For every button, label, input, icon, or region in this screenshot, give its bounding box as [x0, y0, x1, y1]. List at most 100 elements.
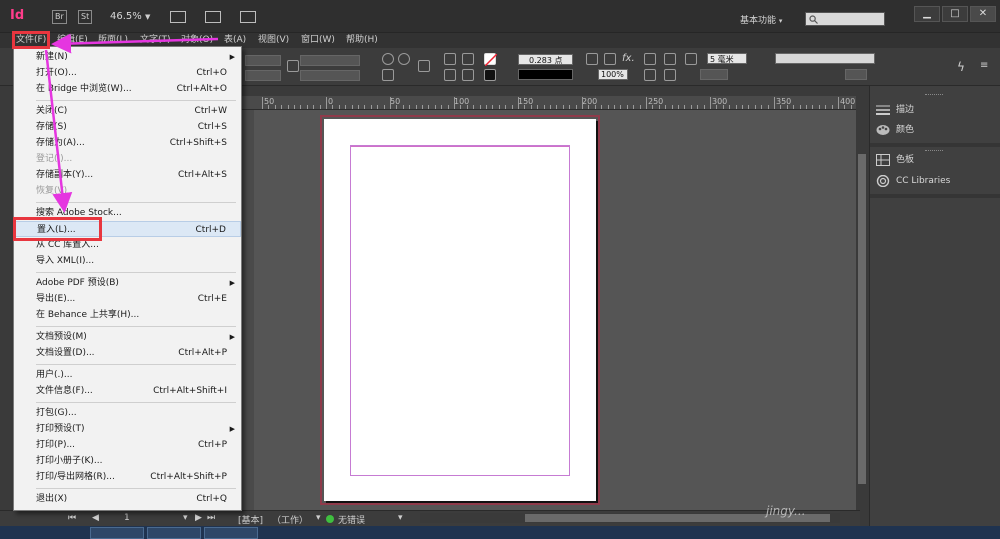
ruler-tick	[742, 105, 743, 109]
previous-page-icon[interactable]: ◀	[92, 513, 99, 523]
file-menu-item[interactable]: 打包(G)...	[14, 405, 241, 421]
file-menu-item[interactable]: 打印预设(T) ▶	[14, 421, 241, 437]
scroll-thumb[interactable]	[858, 154, 866, 484]
menu-help[interactable]: 帮助(H)	[346, 33, 378, 48]
flip-vertical-icon[interactable]	[444, 69, 456, 81]
select-content-icon[interactable]	[462, 69, 474, 81]
preflight-status[interactable]: 无错误	[338, 513, 365, 526]
opacity-field[interactable]: 100%	[598, 69, 628, 80]
panel-item-color[interactable]: 颜色	[876, 121, 914, 139]
select-container-icon[interactable]	[462, 53, 474, 65]
screen-mode-icon[interactable]	[205, 11, 221, 23]
y-position-field[interactable]	[245, 70, 281, 81]
fit-frame-icon[interactable]	[664, 69, 676, 81]
rotate-icon[interactable]	[382, 53, 394, 65]
menu-item-label: 打包(G)...	[36, 408, 77, 418]
file-menu-item[interactable]: 存储(S) Ctrl+S	[14, 119, 241, 135]
file-menu-item[interactable]: 在 Bridge 中浏览(W)... Ctrl+Alt+O	[14, 81, 241, 97]
fill-none-icon[interactable]	[484, 53, 498, 67]
chevron-down-icon[interactable]: ▾	[316, 513, 321, 523]
taskbar-app-button[interactable]	[147, 527, 201, 539]
height-field[interactable]	[300, 70, 360, 81]
page-number-field[interactable]: 1	[124, 513, 130, 523]
search-input[interactable]	[805, 12, 885, 26]
file-menu-item[interactable]: 文档预设(M) ▶	[14, 329, 241, 345]
file-menu-item[interactable]: 导入 XML(I)...	[14, 253, 241, 269]
file-menu-item[interactable]: 打印小册子(K)...	[14, 453, 241, 469]
ruler-tick	[402, 105, 404, 109]
file-menu-item[interactable]: 打开(O)... Ctrl+O	[14, 65, 241, 81]
menu-separator	[36, 202, 236, 203]
size-field[interactable]: 5 毫米	[707, 53, 747, 64]
taskbar-app-button[interactable]	[90, 527, 144, 539]
align-icon[interactable]	[664, 53, 676, 65]
x-position-field[interactable]	[245, 55, 281, 66]
effects-icon[interactable]: fx.	[622, 53, 635, 64]
flip-horizontal-icon[interactable]	[444, 53, 456, 65]
lightning-icon[interactable]: ϟ	[957, 60, 965, 74]
workspace-switcher[interactable]: 基本功能 ▾	[740, 13, 782, 26]
stroke-style-dropdown[interactable]	[700, 69, 728, 80]
panel-grip[interactable]	[925, 150, 943, 152]
rotate-ccw-icon[interactable]	[398, 53, 410, 65]
bridge-button[interactable]: Br	[52, 10, 67, 24]
panel-item-stroke[interactable]: 描边	[876, 101, 914, 119]
stroke-weight-field[interactable]: 0.283 点	[518, 54, 573, 65]
panel-grip[interactable]	[925, 94, 943, 96]
submenu-arrow-icon: ▶	[229, 425, 235, 433]
file-menu-item[interactable]: 关闭(C) Ctrl+W	[14, 103, 241, 119]
file-menu-item[interactable]: 文件信息(F)... Ctrl+Alt+Shift+I	[14, 383, 241, 399]
minimize-button[interactable]: ▁	[914, 6, 940, 22]
panel-item-cc-libraries[interactable]: CC Libraries	[876, 172, 950, 190]
first-page-icon[interactable]: ⏮	[68, 513, 76, 523]
panel-item-swatches[interactable]: 色板	[876, 151, 914, 169]
stroke-type-dropdown[interactable]	[518, 69, 573, 80]
close-button[interactable]: ✕	[970, 6, 996, 22]
chevron-down-icon: ▼	[144, 13, 151, 21]
size-icon[interactable]	[685, 53, 697, 65]
shear-icon[interactable]	[382, 69, 394, 81]
reference-point-icon[interactable]	[418, 60, 430, 72]
ruler-tick	[300, 105, 302, 109]
view-options-icon[interactable]	[170, 11, 186, 23]
object-style-dropdown[interactable]	[775, 53, 875, 64]
taskbar-app-button[interactable]	[204, 527, 258, 539]
stock-button[interactable]: St	[78, 10, 93, 24]
quick-apply-button[interactable]	[845, 69, 867, 80]
next-page-icon[interactable]: ▶	[195, 513, 202, 523]
ruler-tick	[313, 105, 315, 109]
preflight-menu-icon[interactable]: ▾	[398, 513, 403, 523]
vertical-scrollbar[interactable]	[856, 96, 868, 510]
ruler-tick	[518, 97, 519, 109]
menu-window[interactable]: 窗口(W)	[301, 33, 335, 48]
width-field[interactable]	[300, 55, 360, 66]
drop-shadow-icon[interactable]	[586, 53, 598, 65]
arrange-documents-icon[interactable]	[240, 11, 256, 23]
fitting-icon[interactable]	[644, 69, 656, 81]
file-menu-item[interactable]: 用户(.)...	[14, 367, 241, 383]
file-menu-item[interactable]: 打印/导出网格(R)... Ctrl+Alt+Shift+P	[14, 469, 241, 485]
file-menu-item[interactable]: Adobe PDF 预设(B) ▶	[14, 275, 241, 291]
file-menu-item[interactable]: 导出(E)... Ctrl+E	[14, 291, 241, 307]
corner-options-icon[interactable]	[604, 53, 616, 65]
page-dropdown-icon[interactable]: ▾	[183, 513, 188, 523]
menu-view[interactable]: 视图(V)	[258, 33, 289, 48]
stroke-color-icon[interactable]	[484, 69, 496, 81]
link-icon[interactable]	[287, 60, 299, 72]
maximize-button[interactable]: □	[942, 6, 968, 22]
file-menu-item[interactable]: 新建(N) ▶	[14, 49, 241, 65]
ruler-tick	[351, 105, 353, 109]
file-menu-item[interactable]: 文档设置(D)... Ctrl+Alt+P	[14, 345, 241, 361]
zoom-level[interactable]: 46.5% ▼	[110, 11, 150, 22]
text-wrap-icon[interactable]	[644, 53, 656, 65]
ruler-tick	[671, 105, 673, 109]
menu-item-shortcut: Ctrl+Q	[196, 494, 227, 504]
file-menu-item[interactable]: 退出(X) Ctrl+Q	[14, 491, 241, 507]
file-menu-item[interactable]: 在 Behance 上共享(H)...	[14, 307, 241, 323]
control-menu-icon[interactable]: ≡	[980, 60, 988, 71]
cc-libraries-icon	[876, 175, 890, 187]
file-menu-item[interactable]: 打印(P)... Ctrl+P	[14, 437, 241, 453]
last-page-icon[interactable]: ⏭	[207, 513, 215, 523]
file-menu-item[interactable]: 存储副本(Y)... Ctrl+Alt+S	[14, 167, 241, 183]
file-menu-item[interactable]: 存储为(A)... Ctrl+Shift+S	[14, 135, 241, 151]
